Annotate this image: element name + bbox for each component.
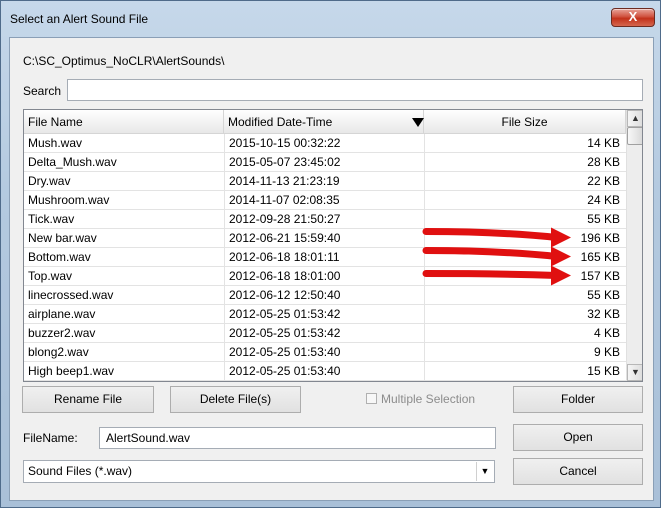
search-input[interactable] (67, 79, 643, 101)
dialog-client: C:\SC_Optimus_NoCLR\AlertSounds\ Search … (9, 37, 654, 501)
modified-cell: 2012-05-25 01:53:42 (224, 324, 420, 343)
filename-label: FileName: (23, 431, 78, 445)
modified-cell: 2012-05-25 01:53:40 (224, 362, 420, 381)
file-name-cell: Tick.wav (28, 212, 75, 226)
modified-cell: 2012-06-12 12:50:40 (224, 286, 420, 305)
open-button[interactable]: Open (513, 424, 643, 451)
modified-cell: 2015-05-07 23:45:02 (224, 153, 420, 172)
table-row[interactable]: Mushroom.wav 2014-11-07 02:08:35 24 KB (24, 191, 626, 210)
vertical-scrollbar[interactable]: ▲ ▼ (626, 110, 642, 381)
modified-cell: 2012-09-28 21:50:27 (224, 210, 420, 229)
file-size-cell: 157 KB (424, 267, 622, 286)
table-row[interactable]: blong2.wav 2012-05-25 01:53:40 9 KB (24, 343, 626, 362)
rename-file-button[interactable]: Rename File (22, 386, 154, 413)
column-header-modified[interactable]: Modified Date-Time (224, 110, 424, 134)
file-size-cell: 14 KB (424, 134, 622, 153)
cancel-button[interactable]: Cancel (513, 458, 643, 485)
file-name-cell: New bar.wav (28, 231, 97, 245)
scroll-thumb[interactable] (627, 127, 642, 145)
modified-cell: 2012-05-25 01:53:40 (224, 343, 420, 362)
file-size-cell: 55 KB (424, 210, 622, 229)
table-row[interactable]: Bottom.wav 2012-06-18 18:01:11 165 KB (24, 248, 626, 267)
multiple-selection-checkbox[interactable]: Multiple Selection (366, 392, 475, 406)
column-header-modified-label: Modified Date-Time (228, 115, 333, 129)
file-size-cell: 165 KB (424, 248, 622, 267)
search-label: Search (23, 84, 62, 98)
scroll-up-icon[interactable]: ▲ (627, 110, 642, 127)
column-header-file-size[interactable]: File Size (424, 110, 626, 134)
file-name-cell: buzzer2.wav (28, 326, 96, 340)
table-row[interactable]: Tick.wav 2012-09-28 21:50:27 55 KB (24, 210, 626, 229)
table-row[interactable]: airplane.wav 2012-05-25 01:53:42 32 KB (24, 305, 626, 324)
filename-input[interactable]: AlertSound.wav (99, 427, 496, 449)
table-row[interactable]: Dry.wav 2014-11-13 21:23:19 22 KB (24, 172, 626, 191)
scroll-down-icon[interactable]: ▼ (627, 364, 642, 381)
file-size-cell: 22 KB (424, 172, 622, 191)
column-header-file-name[interactable]: File Name (24, 110, 224, 134)
file-size-cell: 55 KB (424, 286, 622, 305)
file-name-cell: Bottom.wav (28, 250, 91, 264)
file-name-cell: airplane.wav (28, 307, 96, 321)
checkbox-box[interactable] (366, 393, 377, 404)
file-name-cell: linecrossed.wav (28, 288, 114, 302)
file-name-cell: Delta_Mush.wav (28, 155, 117, 169)
dialog-window: Select an Alert Sound File X C:\SC_Optim… (0, 0, 661, 508)
file-type-select[interactable]: Sound Files (*.wav) ▼ (23, 460, 495, 483)
modified-cell: 2012-05-25 01:53:42 (224, 305, 420, 324)
delete-files-button[interactable]: Delete File(s) (170, 386, 301, 413)
file-name-cell: Top.wav (28, 269, 73, 283)
window-title: Select an Alert Sound File (10, 12, 149, 26)
file-name-cell: Dry.wav (28, 174, 71, 188)
modified-cell: 2012-06-18 18:01:11 (224, 248, 420, 267)
file-size-cell: 15 KB (424, 362, 622, 381)
multiple-selection-label: Multiple Selection (381, 392, 476, 406)
table-row[interactable]: linecrossed.wav 2012-06-12 12:50:40 55 KB (24, 286, 626, 305)
file-name-cell: Mushroom.wav (28, 193, 110, 207)
file-size-cell: 32 KB (424, 305, 622, 324)
close-button[interactable]: X (611, 8, 655, 27)
file-name-cell: blong2.wav (28, 345, 89, 359)
folder-button[interactable]: Folder (513, 386, 643, 413)
file-size-cell: 9 KB (424, 343, 622, 362)
file-name-cell: Mush.wav (28, 136, 83, 150)
table-row[interactable]: New bar.wav 2012-06-21 15:59:40 196 KB (24, 229, 626, 248)
file-table: File Name Modified Date-Time File Size M… (23, 109, 643, 382)
modified-cell: 2014-11-13 21:23:19 (224, 172, 420, 191)
file-size-cell: 4 KB (424, 324, 622, 343)
modified-cell: 2012-06-18 18:01:00 (224, 267, 420, 286)
table-row[interactable]: High beep1.wav 2012-05-25 01:53:40 15 KB (24, 362, 626, 381)
table-row[interactable]: Top.wav 2012-06-18 18:01:00 157 KB (24, 267, 626, 286)
chevron-down-icon[interactable]: ▼ (476, 462, 493, 481)
modified-cell: 2015-10-15 00:32:22 (224, 134, 420, 153)
table-header: File Name Modified Date-Time File Size (24, 110, 626, 134)
file-type-selected: Sound Files (*.wav) (28, 464, 133, 478)
table-body: Mush.wav 2015-10-15 00:32:22 14 KB Delta_Mu… (24, 134, 626, 381)
file-name-cell: High beep1.wav (28, 364, 115, 378)
modified-cell: 2014-11-07 02:08:35 (224, 191, 420, 210)
file-size-cell: 24 KB (424, 191, 622, 210)
table-row[interactable]: Mush.wav 2015-10-15 00:32:22 14 KB (24, 134, 626, 153)
file-size-cell: 28 KB (424, 153, 622, 172)
current-path: C:\SC_Optimus_NoCLR\AlertSounds\ (23, 54, 225, 68)
table-row[interactable]: Delta_Mush.wav 2015-05-07 23:45:02 28 KB (24, 153, 626, 172)
title-bar[interactable]: Select an Alert Sound File X (1, 1, 660, 37)
modified-cell: 2012-06-21 15:59:40 (224, 229, 420, 248)
file-size-cell: 196 KB (424, 229, 622, 248)
table-row[interactable]: buzzer2.wav 2012-05-25 01:53:42 4 KB (24, 324, 626, 343)
sort-desc-icon[interactable] (412, 118, 424, 127)
